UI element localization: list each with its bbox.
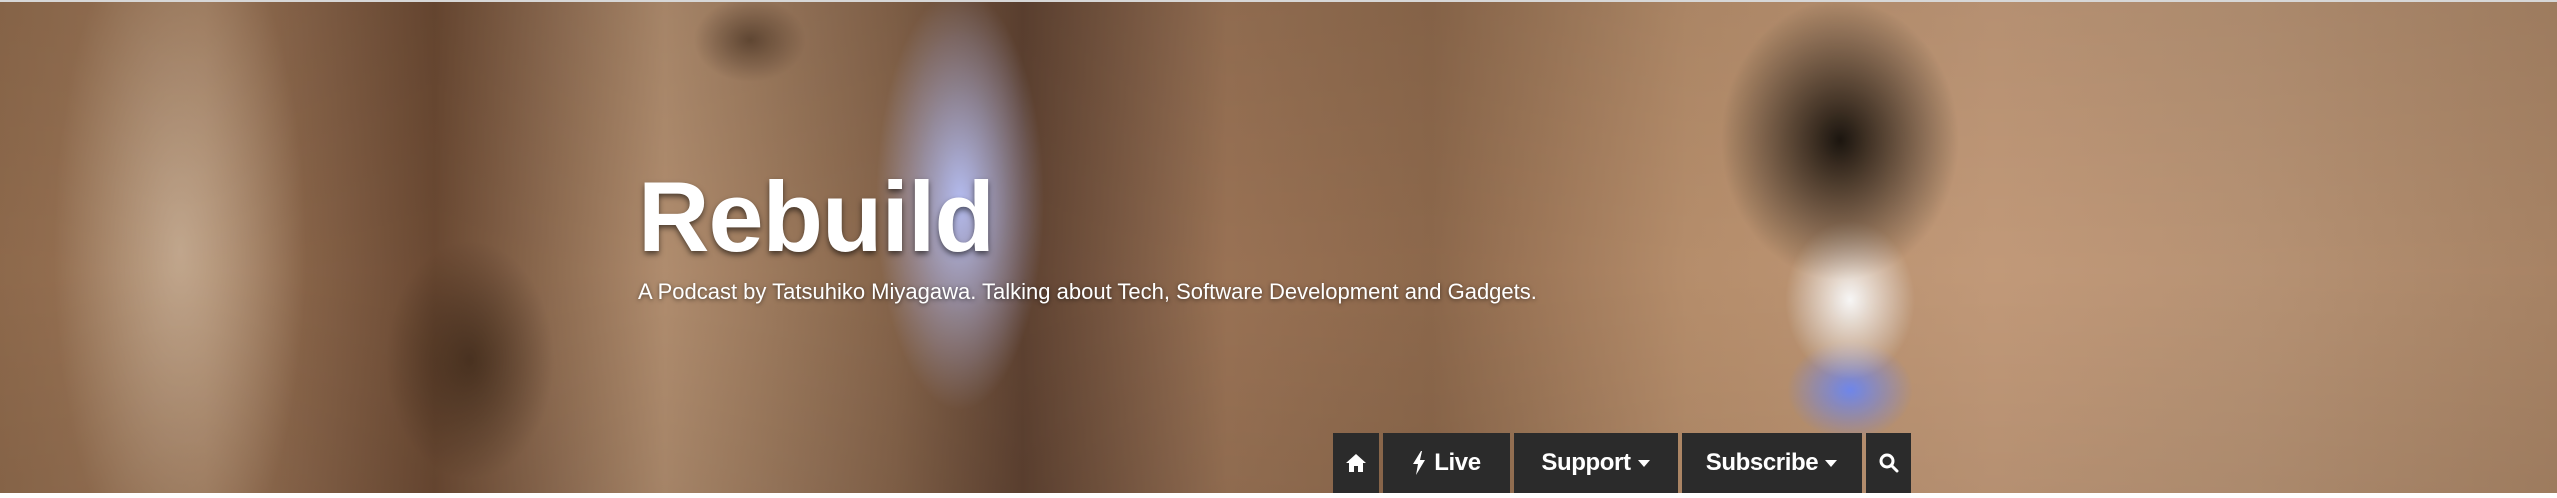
subscribe-label: Subscribe — [1705, 449, 1819, 476]
home-button[interactable] — [1333, 433, 1379, 493]
top-border — [0, 0, 2557, 2]
caret-down-icon — [1637, 460, 1650, 467]
site-header: Rebuild A Podcast by Tatsuhiko Miyagawa.… — [638, 158, 1938, 306]
search-icon — [1879, 453, 1898, 473]
site-tagline: A Podcast by Tatsuhiko Miyagawa. Talking… — [638, 279, 1537, 304]
subscribe-menu-button[interactable]: Subscribe — [1682, 433, 1862, 493]
search-button[interactable] — [1866, 433, 1911, 493]
home-icon — [1346, 454, 1366, 472]
site-title[interactable]: Rebuild — [638, 158, 1938, 276]
bolt-icon — [1413, 451, 1426, 475]
live-label: Live — [1434, 449, 1481, 476]
main-nav: Live Support Subscribe — [1333, 433, 1911, 493]
support-label: Support — [1541, 449, 1631, 476]
caret-down-icon — [1825, 460, 1838, 467]
support-menu-button[interactable]: Support — [1514, 433, 1678, 493]
live-button[interactable]: Live — [1383, 433, 1510, 493]
